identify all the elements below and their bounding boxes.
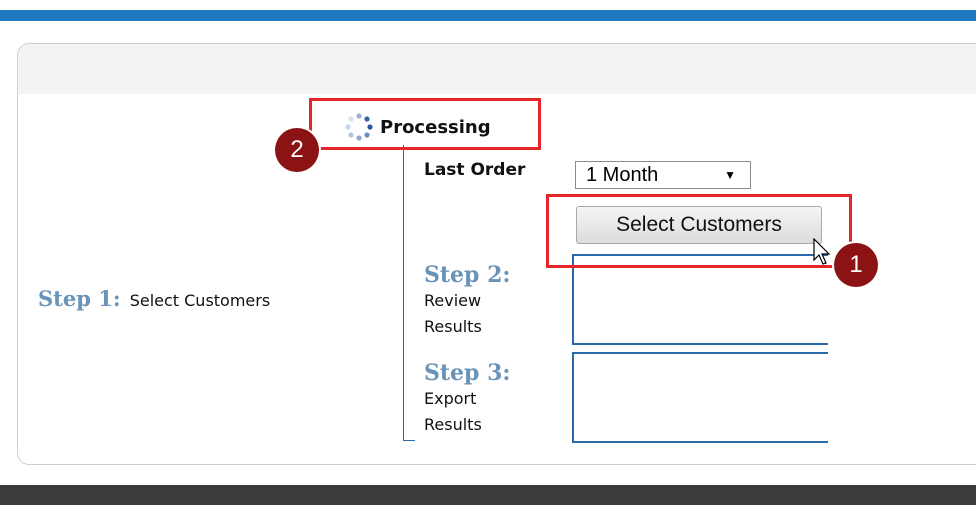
last-order-label: Last Order	[424, 160, 526, 180]
step-2: Step 2: Review Results	[424, 262, 511, 340]
step-3-desc-line1: Export	[424, 389, 477, 408]
annotation-badge-1: 1	[834, 243, 878, 287]
step-1-title: Step 1:	[38, 286, 121, 311]
mouse-cursor-icon	[813, 238, 831, 265]
step-2-desc-line2: Results	[424, 317, 482, 336]
processing-highlight	[309, 98, 541, 150]
step-3-title: Step 3:	[424, 360, 511, 386]
top-accent-bar	[0, 10, 976, 21]
dropdown-arrow-icon: ▼	[724, 168, 736, 182]
step-3: Step 3: Export Results	[424, 360, 511, 438]
panel-header	[18, 44, 976, 94]
footer-bar	[0, 485, 976, 505]
step-connector-foot	[403, 440, 415, 441]
annotation-badge-2: 2	[275, 128, 319, 172]
step-1: Step 1: Select Customers	[38, 286, 270, 311]
step-connector-line	[403, 145, 404, 441]
last-order-value: 1 Month	[586, 163, 659, 186]
step-2-title: Step 2:	[424, 262, 511, 288]
step-1-description: Select Customers	[129, 291, 271, 310]
step-3-desc-line2: Results	[424, 415, 482, 434]
step-2-desc-line1: Review	[424, 291, 482, 310]
last-order-select[interactable]: 1 Month ▼	[575, 161, 751, 189]
button-highlight	[546, 194, 852, 268]
export-results-box	[572, 352, 828, 443]
